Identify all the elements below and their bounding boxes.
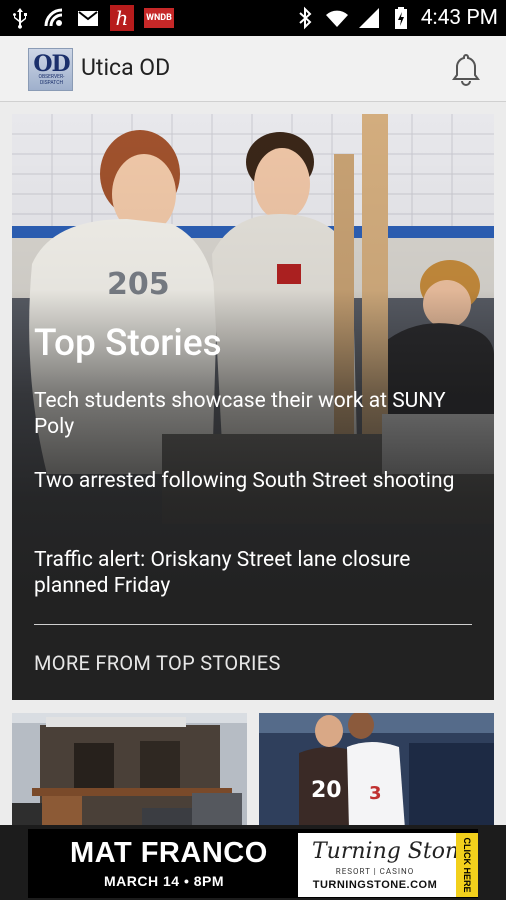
- battery-charging-icon: [394, 7, 407, 29]
- basketball-photo: 20 3: [259, 713, 494, 829]
- ad-date: MARCH 14 • 8PM: [104, 873, 225, 889]
- divider: [34, 624, 472, 625]
- story-link[interactable]: Traffic alert: Oriskany Street lane clos…: [34, 547, 464, 599]
- bell-icon[interactable]: [450, 52, 482, 86]
- svg-text:20: 20: [311, 778, 342, 803]
- wifi-icon: [325, 10, 348, 27]
- notification-icons: h WNDB: [8, 5, 174, 31]
- story-link[interactable]: Tech students showcase their work at SUN…: [34, 388, 464, 440]
- news-thumbnail-basketball[interactable]: 20 3: [259, 713, 494, 829]
- ad-cta-button[interactable]: CLICK HERE: [456, 833, 478, 897]
- sync-icon: [44, 8, 63, 27]
- wndb-app-icon: WNDB: [144, 8, 174, 28]
- story-link[interactable]: Two arrested following South Street shoo…: [34, 468, 464, 494]
- news-thumbnail-house[interactable]: [12, 713, 247, 829]
- ad-content[interactable]: MAT FRANCO MARCH 14 • 8PM Turning Stone …: [28, 829, 478, 898]
- ad-brand: Turning Stone: [312, 839, 473, 864]
- system-icons: 4:43 PM: [293, 4, 498, 32]
- app-title: Utica OD: [81, 54, 171, 81]
- h-app-icon: h: [110, 5, 134, 31]
- section-heading: Top Stories: [34, 322, 222, 365]
- more-top-stories-link[interactable]: MORE FROM TOP STORIES: [34, 651, 281, 675]
- ad-headline: MAT FRANCO: [70, 837, 268, 869]
- top-stories-card[interactable]: 205 Top Stories Tech students showcase t…: [12, 114, 494, 700]
- ad-sponsor-panel[interactable]: Turning Stone RESORT | CASINO TURNINGSTO…: [298, 833, 478, 897]
- od-logo[interactable]: OD OBSERVER-DISPATCH: [28, 48, 73, 91]
- ad-brand-sub: RESORT | CASINO: [335, 867, 415, 876]
- ad-url: TURNINGSTONE.COM: [312, 879, 438, 891]
- signal-icon: [358, 8, 379, 28]
- app-bar: OD OBSERVER-DISPATCH Utica OD: [0, 36, 506, 102]
- svg-text:3: 3: [369, 783, 382, 804]
- clock: 4:43 PM: [420, 6, 498, 30]
- logo-subtext: OBSERVER-DISPATCH: [38, 74, 65, 86]
- bluetooth-icon: [299, 6, 312, 30]
- house-photo: [12, 713, 247, 829]
- ad-cta-label: CLICK HERE: [462, 837, 472, 893]
- status-bar: h WNDB 4:43 PM: [0, 0, 506, 36]
- usb-icon: [13, 8, 27, 29]
- ad-banner[interactable]: MAT FRANCO MARCH 14 • 8PM Turning Stone …: [0, 825, 506, 900]
- gmail-icon: [78, 11, 98, 26]
